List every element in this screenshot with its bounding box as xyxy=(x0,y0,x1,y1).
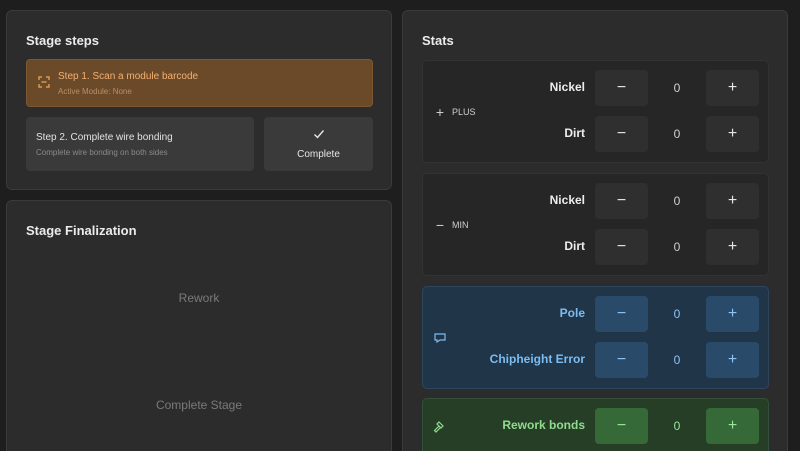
increment-button[interactable]: + xyxy=(706,183,759,219)
step-2-title: Step 2. Complete wire bonding xyxy=(36,132,173,143)
stat-row-min-nickel: Nickel − 0 + xyxy=(423,183,770,219)
stage-finalization-panel: Stage Finalization Rework Complete Stage xyxy=(6,200,392,451)
stats-panel: Stats + PLUS Nickel − 0 + Dirt − 0 + − M… xyxy=(402,10,788,451)
stage-steps-title: Stage steps xyxy=(26,33,99,48)
stat-row-pole: Pole − 0 + xyxy=(423,296,770,332)
stat-name: Chipheight Error xyxy=(489,352,585,366)
decrement-button[interactable]: − xyxy=(595,116,648,152)
step-2-description: Complete wire bonding on both sides xyxy=(36,148,168,157)
stats-title: Stats xyxy=(422,33,454,48)
decrement-button[interactable]: − xyxy=(595,296,648,332)
pole-group: Pole − 0 + Chipheight Error − 0 + xyxy=(422,286,769,389)
complete-stage-button[interactable]: Complete Stage xyxy=(7,398,391,412)
stat-value: 0 xyxy=(673,194,681,208)
step-2-card[interactable]: Step 2. Complete wire bonding Complete w… xyxy=(26,117,254,171)
stage-steps-panel: Stage steps Step 1. Scan a module barcod… xyxy=(6,10,392,190)
barcode-scan-icon xyxy=(38,76,50,88)
increment-button[interactable]: + xyxy=(706,408,759,444)
stat-name: Nickel xyxy=(549,80,585,94)
step-1-title: Step 1. Scan a module barcode xyxy=(58,71,199,82)
increment-button[interactable]: + xyxy=(706,229,759,265)
stat-value: 0 xyxy=(673,127,681,141)
stat-row-min-dirt: Dirt − 0 + xyxy=(423,229,770,265)
increment-button[interactable]: + xyxy=(706,116,759,152)
check-icon xyxy=(314,130,325,139)
rework-button[interactable]: Rework xyxy=(7,291,391,305)
stat-row-plus-dirt: Dirt − 0 + xyxy=(423,116,770,152)
decrement-button[interactable]: − xyxy=(595,183,648,219)
increment-button[interactable]: + xyxy=(706,296,759,332)
increment-button[interactable]: + xyxy=(706,342,759,378)
stat-value: 0 xyxy=(673,353,681,367)
stat-value: 0 xyxy=(673,81,681,95)
decrement-button[interactable]: − xyxy=(595,70,648,106)
min-group: − MIN Nickel − 0 + Dirt − 0 + xyxy=(422,173,769,276)
stat-name: Nickel xyxy=(549,193,585,207)
rework-bonds-group: Rework bonds − 0 + xyxy=(422,398,769,451)
complete-button-label: Complete xyxy=(297,149,340,160)
increment-button[interactable]: + xyxy=(706,70,759,106)
stat-row-chipheight-error: Chipheight Error − 0 + xyxy=(423,342,770,378)
decrement-button[interactable]: − xyxy=(595,342,648,378)
stat-row-plus-nickel: Nickel − 0 + xyxy=(423,70,770,106)
stat-name: Rework bonds xyxy=(502,418,585,432)
plus-group: + PLUS Nickel − 0 + Dirt − 0 + xyxy=(422,60,769,163)
decrement-button[interactable]: − xyxy=(595,408,648,444)
stat-name: Dirt xyxy=(564,126,585,140)
active-module-status: Active Module: None xyxy=(58,87,132,96)
stage-finalization-title: Stage Finalization xyxy=(26,223,137,238)
stat-row-rework-bonds: Rework bonds − 0 + xyxy=(423,408,770,444)
complete-button[interactable]: Complete xyxy=(264,117,373,171)
stat-name: Pole xyxy=(559,306,585,320)
step-1-card[interactable]: Step 1. Scan a module barcode Active Mod… xyxy=(26,59,373,107)
decrement-button[interactable]: − xyxy=(595,229,648,265)
stat-value: 0 xyxy=(673,419,681,433)
stat-value: 0 xyxy=(673,307,681,321)
stat-value: 0 xyxy=(673,240,681,254)
stat-name: Dirt xyxy=(564,239,585,253)
